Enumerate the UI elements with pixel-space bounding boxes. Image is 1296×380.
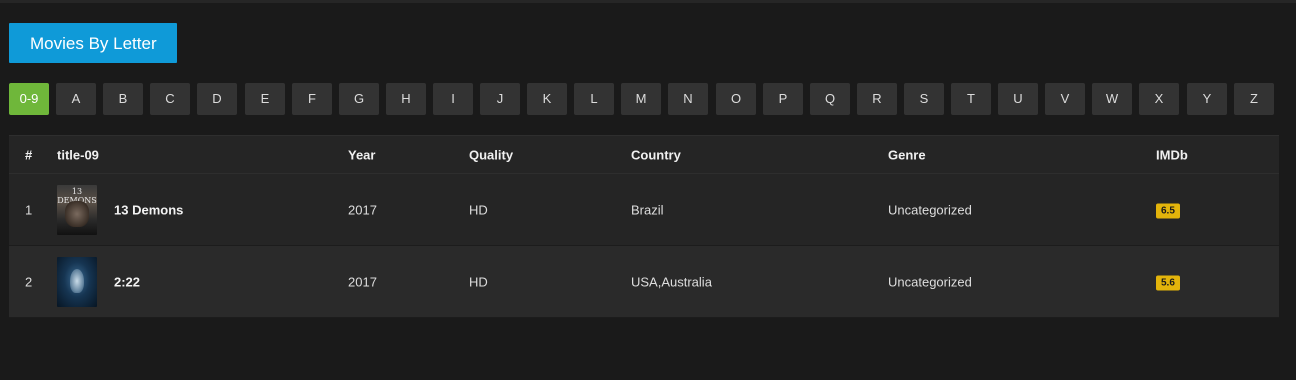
letter-button-w[interactable]: W xyxy=(1092,83,1132,115)
header-imdb: IMDb xyxy=(1156,147,1188,162)
letter-button-i[interactable]: I xyxy=(433,83,473,115)
top-bar xyxy=(0,0,1296,3)
imdb-rating-badge: 6.5 xyxy=(1156,201,1180,218)
movies-by-letter-heading[interactable]: Movies By Letter xyxy=(9,23,177,63)
movie-year: 2017 xyxy=(348,274,377,289)
movie-poster[interactable]: 13 DEMONS xyxy=(57,184,97,235)
table-header: # title-09 Year Quality Country Genre IM… xyxy=(9,135,1279,174)
letter-button-z[interactable]: Z xyxy=(1234,83,1274,115)
row-number: 2 xyxy=(25,274,33,289)
movies-table: # title-09 Year Quality Country Genre IM… xyxy=(9,135,1279,318)
letter-button-g[interactable]: G xyxy=(339,83,379,115)
poster-face-art xyxy=(65,200,89,227)
letter-filter-bar: 0-9 A B C D E F G H I J K L M N O P Q R S T U V W X Y Z xyxy=(9,83,1279,115)
header-genre: Genre xyxy=(888,147,926,162)
header-year: Year xyxy=(348,147,376,162)
letter-button-c[interactable]: C xyxy=(150,83,190,115)
letter-button-q[interactable]: Q xyxy=(810,83,850,115)
movie-quality: HD xyxy=(469,274,488,289)
letter-button-l[interactable]: L xyxy=(574,83,614,115)
movie-genre: Uncategorized xyxy=(888,274,972,289)
header-title: title-09 xyxy=(57,147,99,162)
imdb-rating: 5.6 xyxy=(1156,275,1180,290)
letter-button-f[interactable]: F xyxy=(292,83,332,115)
letter-button-b[interactable]: B xyxy=(103,83,143,115)
letter-button-e[interactable]: E xyxy=(245,83,285,115)
movie-country: Brazil xyxy=(631,202,664,217)
imdb-rating: 6.5 xyxy=(1156,203,1180,218)
letter-button-j[interactable]: J xyxy=(480,83,520,115)
movie-title-link[interactable]: 2:22 xyxy=(114,274,140,289)
letter-button-v[interactable]: V xyxy=(1045,83,1085,115)
movie-title-link[interactable]: 13 Demons xyxy=(114,202,183,217)
header-country: Country xyxy=(631,147,681,162)
imdb-rating-badge: 5.6 xyxy=(1156,273,1180,290)
letter-button-n[interactable]: N xyxy=(668,83,708,115)
letter-button-r[interactable]: R xyxy=(857,83,897,115)
movies-by-letter-page: Movies By Letter 0-9 A B C D E F G H I J K L M N O P Q R S T… xyxy=(9,23,1279,318)
letter-button-m[interactable]: M xyxy=(621,83,661,115)
movie-quality: HD xyxy=(469,202,488,217)
letter-button-k[interactable]: K xyxy=(527,83,567,115)
letter-button-s[interactable]: S xyxy=(904,83,944,115)
header-number: # xyxy=(25,147,33,162)
table-row[interactable]: 2 2:22 2017 HD USA,Australia Uncategoriz… xyxy=(9,246,1279,318)
letter-button-t[interactable]: T xyxy=(951,83,991,115)
letter-button-h[interactable]: H xyxy=(386,83,426,115)
movie-genre: Uncategorized xyxy=(888,202,972,217)
movie-country: USA,Australia xyxy=(631,274,712,289)
letter-button-p[interactable]: P xyxy=(763,83,803,115)
letter-button-a[interactable]: A xyxy=(56,83,96,115)
movie-year: 2017 xyxy=(348,202,377,217)
letter-button-x[interactable]: X xyxy=(1139,83,1179,115)
movie-poster[interactable] xyxy=(57,256,97,307)
letter-button-d[interactable]: D xyxy=(197,83,237,115)
header-quality: Quality xyxy=(469,147,514,162)
poster-figure-art xyxy=(70,268,84,293)
row-number: 1 xyxy=(25,202,33,217)
letter-button-o[interactable]: O xyxy=(716,83,756,115)
letter-button-y[interactable]: Y xyxy=(1187,83,1227,115)
table-row[interactable]: 1 13 DEMONS 13 Demons 2017 HD Brazil Unc… xyxy=(9,174,1279,246)
letter-button-0-9[interactable]: 0-9 xyxy=(9,83,49,115)
letter-button-u[interactable]: U xyxy=(998,83,1038,115)
